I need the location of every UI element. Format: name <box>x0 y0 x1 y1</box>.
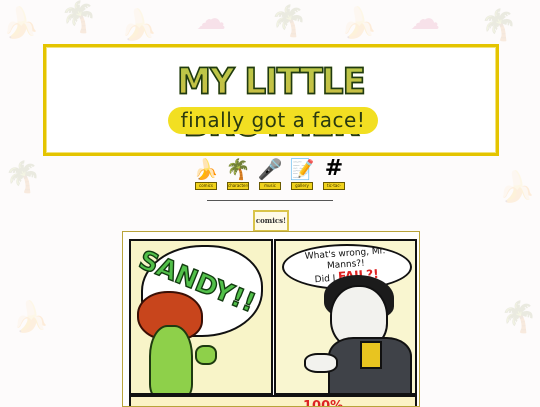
nav-divider <box>207 200 333 201</box>
teacher-arm <box>304 353 338 373</box>
hashtag-icon: # <box>324 156 344 181</box>
nav-item-tic-tac-toe[interactable]: # tic-tac-toe <box>320 158 348 190</box>
nav-label-music: music <box>259 182 281 190</box>
nav-label-tic-tac-toe: tic-tac-toe <box>323 182 345 190</box>
nav-label-comics: comics <box>195 182 217 190</box>
raised-fist <box>195 345 217 365</box>
site-tagline: finally got a face! <box>168 107 378 134</box>
icon-nav-bar: 🍌 comics 🌴 characters 🎤 music 📝 gallery … <box>192 158 348 190</box>
panel3-text: 100% <box>303 399 344 407</box>
microphone-icon: 🎤 <box>257 157 283 181</box>
palm-tree-icon: 🌴 <box>225 157 251 181</box>
green-character <box>149 325 193 393</box>
banana-icon: 🍌 <box>193 157 219 181</box>
comic-strip: SANDY!! What's wrong, Mr. Manns?! Did I … <box>122 231 420 407</box>
comic-panel-2: What's wrong, Mr. Manns?! Did I FAIL?! <box>274 239 417 395</box>
nav-label-gallery: gallery <box>291 182 313 190</box>
comic-panel-3: 100% <box>129 395 417 407</box>
nav-item-music[interactable]: 🎤 music <box>256 158 284 190</box>
nav-label-characters: characters <box>227 182 249 190</box>
nav-item-characters[interactable]: 🌴 characters <box>224 158 252 190</box>
comic-panel-1: SANDY!! <box>129 239 273 395</box>
header-banner[interactable]: MY LITTLE BROTHER finally got a face! <box>43 44 499 156</box>
nav-item-gallery[interactable]: 📝 gallery <box>288 158 316 190</box>
yellow-tie <box>360 341 382 369</box>
notepad-icon: 📝 <box>289 157 315 181</box>
nav-item-comics[interactable]: 🍌 comics <box>192 158 220 190</box>
comics-button[interactable]: comics! <box>253 210 289 232</box>
